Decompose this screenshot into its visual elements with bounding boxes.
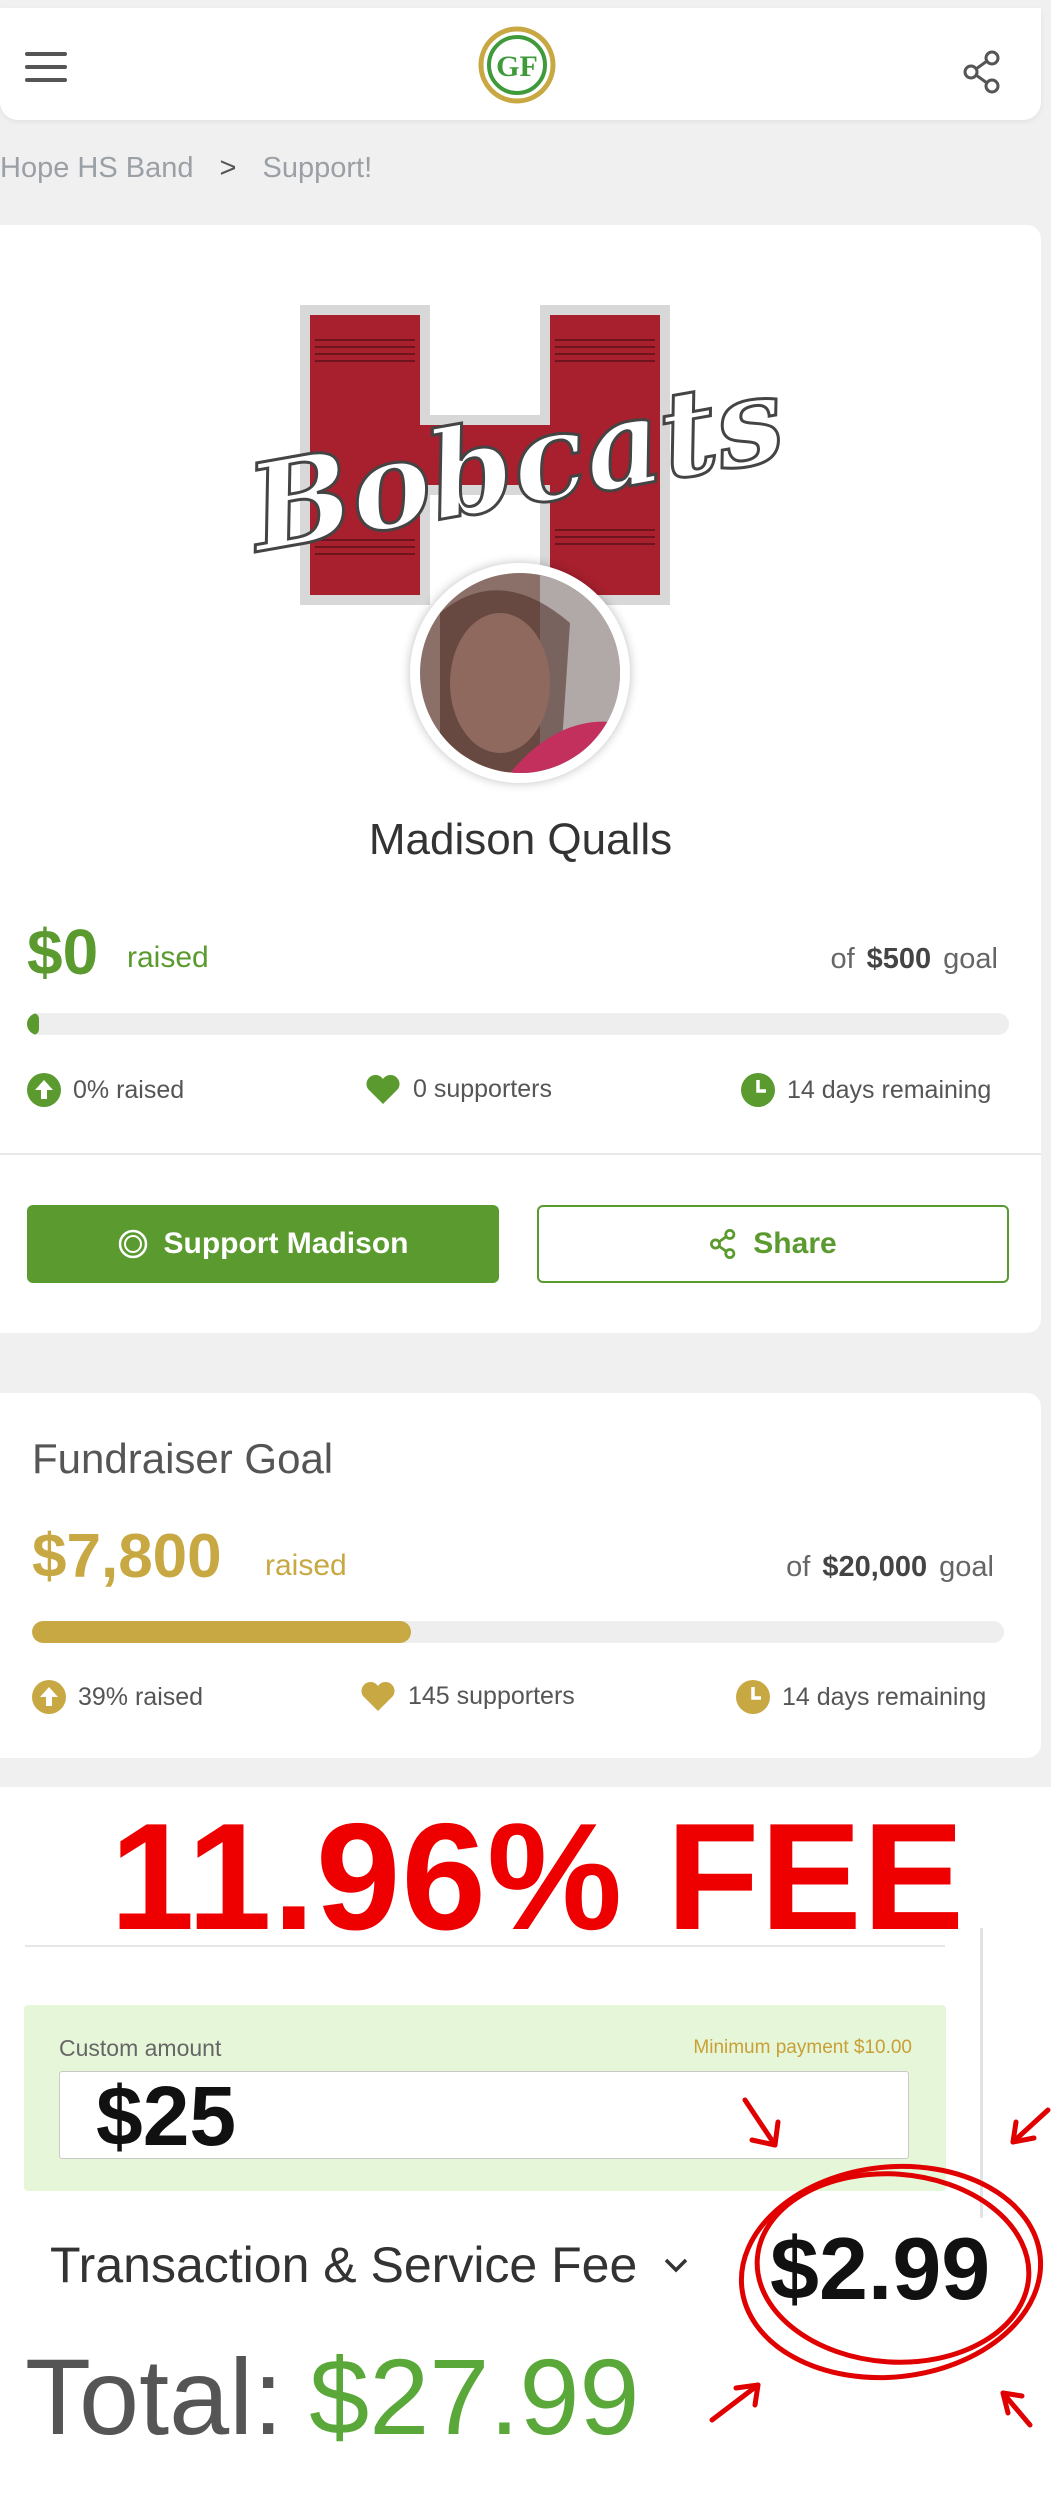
fundraiser-progress-fill [32,1621,412,1643]
fundraiser-goal-suffix: goal [939,1551,994,1583]
fundraiser-stat-remaining-text: 14 days remaining [782,1682,987,1711]
share-button[interactable]: Share [537,1205,1009,1283]
custom-amount-panel: Custom amount Minimum payment $10.00 $25 [24,2005,946,2191]
total-value: $27.99 [309,2336,640,2457]
participant-stat-raised: 0% raised [27,1073,184,1107]
transaction-fee-toggle[interactable]: Transaction & Service Fee [50,2236,689,2294]
clock-icon [736,1680,770,1714]
fundraiser-stat-raised: 39% raised [32,1680,203,1714]
participant-card: Bobcats Madison Qualls $0 raised of $500 g… [0,225,1041,1333]
participant-raised-amount: $0 [27,916,99,988]
total-line: Total: $27.99 [25,2334,639,2459]
transaction-fee-label: Transaction & Service Fee [50,2237,638,2293]
share-icon [710,1229,736,1259]
breadcrumb-link-band[interactable]: Hope HS Band [0,152,193,184]
fundraiser-goal-amount: $20,000 [822,1551,928,1583]
fundraiser-goal-prefix: of [786,1551,811,1583]
chevron-down-icon [665,2258,688,2273]
scrollbar-track[interactable] [980,1928,983,2218]
participant-raised-label: raised [127,941,209,974]
fundraiser-goal-card: Fundraiser Goal $7,800 raised of $20,000 g… [0,1393,1041,1758]
goal-prefix: of [830,943,855,975]
fee-annotation-headline: 11.96% FEE [110,1792,965,1962]
heart-icon [361,1681,395,1711]
breadcrumb: Hope HS Band > Support! [0,152,390,185]
participant-name: Madison Qualls [368,815,673,864]
fundraiser-progress-bar [32,1621,1004,1643]
share-button-label: Share [753,1227,837,1260]
share-icon[interactable] [962,50,1002,94]
stat-supporters-text: 0 supporters [413,1074,552,1103]
arrow-up-icon [27,1073,61,1107]
fundraiser-stat-supporters: 145 supporters [360,1680,575,1712]
avatar [410,563,630,783]
minimum-payment-label: Minimum payment $10.00 [693,2037,912,2058]
site-logo[interactable]: GF [478,26,556,104]
profile-photo [420,573,620,773]
fundraiser-stat-remaining: 14 days remaining [736,1680,986,1714]
total-label: Total: [25,2336,284,2457]
goal-suffix: goal [943,943,998,975]
fundraiser-stat-raised-text: 39% raised [78,1682,204,1711]
card-divider [0,1153,1041,1155]
clock-icon [741,1073,775,1107]
transaction-fee-value: $2.99 [770,2219,991,2318]
stat-raised-text: 0% raised [73,1075,185,1104]
breadcrumb-current: Support! [262,152,373,184]
breadcrumb-separator: > [219,152,237,184]
fundraiser-raised-label: raised [265,1549,347,1582]
fundraiser-goal-title: Fundraiser Goal [32,1435,334,1482]
arrow-up-icon [32,1680,66,1714]
participant-progress-bar [27,1013,1009,1035]
fundraiser-goal: of $20,000 goal [786,1551,994,1584]
custom-amount-input[interactable]: $25 [59,2071,909,2160]
support-button-label: Support Madison [163,1227,409,1260]
top-header: GF [0,8,1041,120]
participant-stat-supporters: 0 supporters [365,1073,552,1105]
hamburger-menu-icon[interactable] [25,52,67,82]
custom-amount-label: Custom amount [59,2035,222,2061]
fundraiser-stat-supporters-text: 145 supporters [408,1681,575,1710]
stat-remaining-text: 14 days remaining [787,1075,992,1104]
participant-progress-fill [27,1013,39,1035]
participant-goal: of $500 goal [830,943,998,976]
participant-stat-remaining: 14 days remaining [741,1073,991,1107]
section-divider [25,1945,945,1947]
goal-amount: $500 [866,943,932,975]
support-madison-button[interactable]: Support Madison [27,1205,499,1283]
heart-icon [366,1074,400,1104]
logo-text: GF [496,50,538,83]
fundraiser-raised-amount: $7,800 [32,1522,222,1591]
logo-coin-icon [118,1229,147,1259]
